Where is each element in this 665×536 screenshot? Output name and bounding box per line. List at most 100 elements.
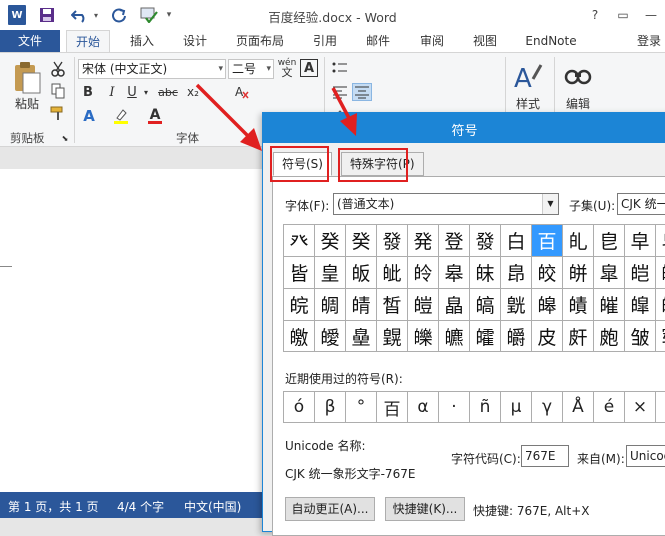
- editing-icon[interactable]: [562, 59, 594, 93]
- clipboard-launcher-icon[interactable]: ⬊: [60, 133, 70, 143]
- recent-symbol-cell[interactable]: é: [594, 392, 624, 422]
- word-count[interactable]: 4/4 个字: [117, 498, 164, 515]
- from-select[interactable]: Unicode: [626, 445, 665, 467]
- save-icon[interactable]: [38, 5, 56, 25]
- symbol-cell[interactable]: 白: [501, 225, 531, 256]
- redo-icon[interactable]: [110, 5, 128, 25]
- tab-insert[interactable]: 插入: [122, 30, 162, 52]
- symbol-cell[interactable]: 皘: [346, 289, 376, 320]
- strikethrough-button[interactable]: abc: [156, 83, 180, 101]
- document-page[interactable]: [0, 169, 262, 499]
- recent-symbol-cell[interactable]: º: [656, 392, 665, 422]
- clear-formatting-icon[interactable]: A: [232, 83, 252, 101]
- font-color-icon[interactable]: A: [146, 107, 164, 125]
- language-indicator[interactable]: 中文(中国): [184, 498, 241, 515]
- symbol-cell[interactable]: 皢: [656, 289, 665, 320]
- font-name-combo[interactable]: 宋体 (中文正文) ▾: [78, 59, 226, 79]
- symbol-cell[interactable]: 皛: [439, 289, 469, 320]
- font-size-combo[interactable]: 二号 ▾: [228, 59, 274, 79]
- symbol-cell[interactable]: 皪: [408, 321, 438, 351]
- tab-special-characters[interactable]: 特殊字符(P): [341, 152, 424, 176]
- symbol-cell[interactable]: 皂: [656, 225, 665, 256]
- highlight-color-icon[interactable]: [112, 107, 130, 125]
- symbol-cell[interactable]: 皀: [594, 225, 624, 256]
- recent-symbols-grid[interactable]: óβ°百α·ñμγÅé×º: [283, 391, 665, 423]
- minimize-button[interactable]: —: [637, 0, 665, 30]
- symbol-cell[interactable]: 皙: [377, 289, 407, 320]
- font-select[interactable]: (普通文本) ▼: [333, 193, 559, 215]
- tab-mailings[interactable]: 邮件: [358, 30, 398, 52]
- symbol-cell[interactable]: 皟: [563, 289, 593, 320]
- symbol-cell[interactable]: 皩: [377, 321, 407, 351]
- symbol-cell[interactable]: 皲: [656, 321, 665, 351]
- tab-view[interactable]: 视图: [465, 30, 505, 52]
- symbol-cell[interactable]: 皍: [501, 257, 531, 288]
- symbol-cell[interactable]: 皋: [439, 257, 469, 288]
- recent-symbol-cell[interactable]: 百: [377, 392, 407, 422]
- ribbon-display-options-button[interactable]: ▭: [609, 0, 637, 30]
- undo-icon[interactable]: [70, 5, 90, 25]
- chevron-down-icon[interactable]: ▾: [142, 83, 150, 101]
- font-dialog-launcher-icon[interactable]: ⬊: [250, 133, 260, 143]
- shortcut-key-button[interactable]: 快捷键(K)...: [385, 497, 465, 521]
- paste-icon[interactable]: [10, 59, 44, 95]
- symbol-cell[interactable]: 皈: [346, 257, 376, 288]
- tab-page-layout[interactable]: 页面布局: [228, 30, 292, 52]
- tab-symbols[interactable]: 符号(S): [273, 152, 332, 176]
- symbol-cell[interactable]: 皇: [315, 257, 345, 288]
- undo-dropdown-icon[interactable]: ▾: [92, 5, 100, 25]
- symbol-cell[interactable]: 癶: [284, 225, 314, 256]
- symbol-cell[interactable]: 皖: [284, 289, 314, 320]
- symbol-cell[interactable]: 皧: [315, 321, 345, 351]
- symbol-cell[interactable]: 皆: [284, 257, 314, 288]
- symbol-grid[interactable]: 癶癸癸發発登發白百癿皀皁皂皆皇皈皉皊皋皌皍皎皏皐皑皒皖皗皘皙皚皛皜皝皞皟皠皡皢皦…: [283, 224, 665, 352]
- help-button[interactable]: ?: [581, 0, 609, 30]
- dialog-title-bar[interactable]: 符号: [263, 113, 665, 143]
- autocorrect-button[interactable]: 自动更正(A)...: [285, 497, 375, 521]
- paste-button-label[interactable]: 粘贴: [10, 95, 44, 111]
- symbol-cell[interactable]: 登: [439, 225, 469, 256]
- symbol-cell[interactable]: 發: [470, 225, 500, 256]
- symbol-cell[interactable]: 皌: [470, 257, 500, 288]
- symbol-cell[interactable]: 癸: [346, 225, 376, 256]
- spelling-check-icon[interactable]: [140, 5, 158, 25]
- symbol-cell[interactable]: 皏: [563, 257, 593, 288]
- symbol-cell[interactable]: 皊: [408, 257, 438, 288]
- symbol-cell[interactable]: 皨: [346, 321, 376, 351]
- phonetic-guide-icon[interactable]: wén 文: [276, 57, 298, 79]
- align-center-icon[interactable]: [352, 83, 372, 101]
- symbol-cell[interactable]: 皡: [625, 289, 655, 320]
- symbol-cell[interactable]: 皁: [625, 225, 655, 256]
- symbol-cell[interactable]: 皒: [656, 257, 665, 288]
- recent-symbol-cell[interactable]: γ: [532, 392, 562, 422]
- bold-button[interactable]: B: [80, 83, 96, 101]
- symbol-cell[interactable]: 皯: [563, 321, 593, 351]
- align-left-icon[interactable]: [330, 83, 350, 101]
- symbol-cell-selected[interactable]: 百: [532, 225, 562, 256]
- word-app-icon[interactable]: W: [8, 5, 26, 25]
- symbol-cell[interactable]: 皎: [532, 257, 562, 288]
- symbol-cell[interactable]: 皠: [594, 289, 624, 320]
- tab-file[interactable]: 文件: [0, 30, 60, 52]
- recent-symbol-cell[interactable]: β: [315, 392, 345, 422]
- tab-references[interactable]: 引用: [305, 30, 345, 52]
- sign-in-link[interactable]: 登录: [637, 30, 665, 52]
- tab-home[interactable]: 开始: [66, 30, 110, 53]
- symbol-cell[interactable]: 皦: [284, 321, 314, 351]
- cut-icon[interactable]: [48, 59, 68, 79]
- symbol-cell[interactable]: 皞: [532, 289, 562, 320]
- editing-button-label[interactable]: 编辑: [560, 95, 596, 111]
- recent-symbol-cell[interactable]: ×: [625, 392, 655, 422]
- symbol-cell[interactable]: 皮: [532, 321, 562, 351]
- symbol-cell[interactable]: 皰: [594, 321, 624, 351]
- subset-select[interactable]: CJK 统一: [617, 193, 665, 215]
- tab-endnote[interactable]: EndNote: [518, 30, 584, 52]
- styles-icon[interactable]: A: [512, 59, 544, 93]
- symbol-cell[interactable]: 皜: [470, 289, 500, 320]
- bullets-icon[interactable]: [330, 59, 350, 77]
- styles-button-label[interactable]: 样式: [510, 95, 546, 111]
- tab-design[interactable]: 设计: [175, 30, 215, 52]
- recent-symbol-cell[interactable]: ñ: [470, 392, 500, 422]
- customize-toolbar-icon[interactable]: ▾: [164, 5, 174, 25]
- recent-symbol-cell[interactable]: ó: [284, 392, 314, 422]
